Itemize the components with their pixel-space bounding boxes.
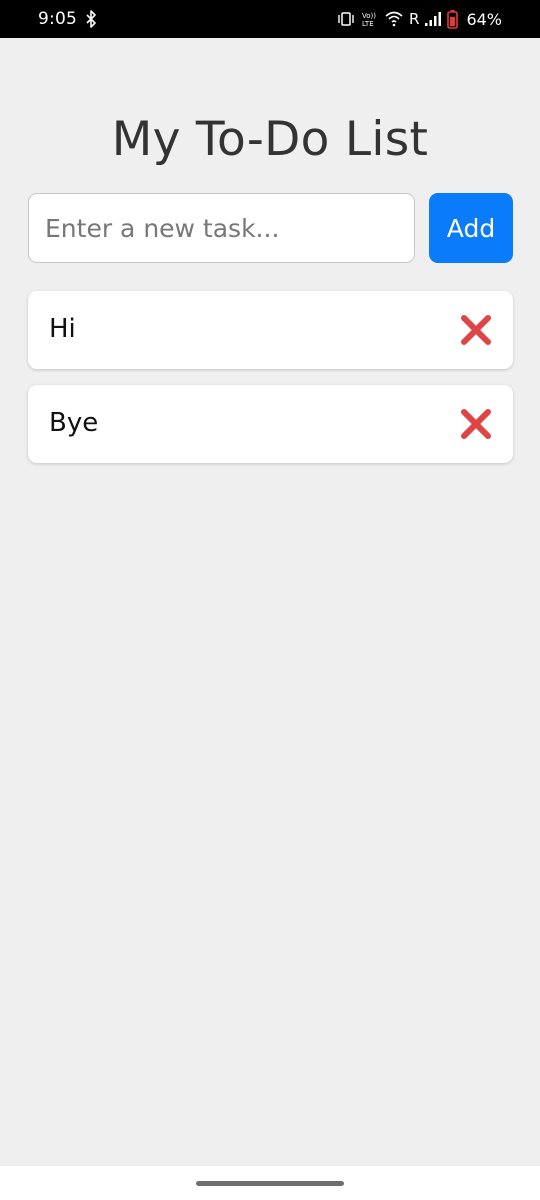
red-x-icon [461, 315, 491, 345]
task-item: Bye [28, 385, 513, 463]
signal-icon [425, 12, 442, 26]
task-list: Hi Bye [28, 291, 513, 479]
vibrate-icon [338, 12, 354, 26]
navigation-bar [0, 1166, 540, 1200]
status-icons: Vo)) LTE R 64% [337, 6, 502, 32]
delete-task-button[interactable] [459, 313, 493, 347]
add-task-button[interactable]: Add [429, 193, 513, 263]
todo-app: My To-Do List Add Hi Bye [0, 38, 540, 1166]
roaming-indicator: R [409, 10, 420, 28]
svg-text:LTE: LTE [362, 20, 374, 28]
new-task-input[interactable] [28, 193, 415, 263]
task-item: Hi [28, 291, 513, 369]
wifi-icon [385, 11, 403, 27]
gesture-handle[interactable] [196, 1181, 344, 1186]
volte-icon: Vo)) LTE [362, 12, 376, 28]
svg-text:Vo)): Vo)) [362, 12, 376, 20]
status-bar: 9:05 Vo)) LTE R 64% [0, 0, 540, 38]
delete-task-button[interactable] [459, 407, 493, 441]
task-text: Bye [49, 408, 99, 438]
red-x-icon [461, 409, 491, 439]
task-text: Hi [49, 314, 76, 344]
bluetooth-icon [86, 10, 96, 28]
battery-icon [447, 9, 459, 29]
status-time: 9:05 [38, 9, 77, 29]
battery-percent: 64% [466, 9, 502, 29]
page-title: My To-Do List [111, 112, 429, 167]
